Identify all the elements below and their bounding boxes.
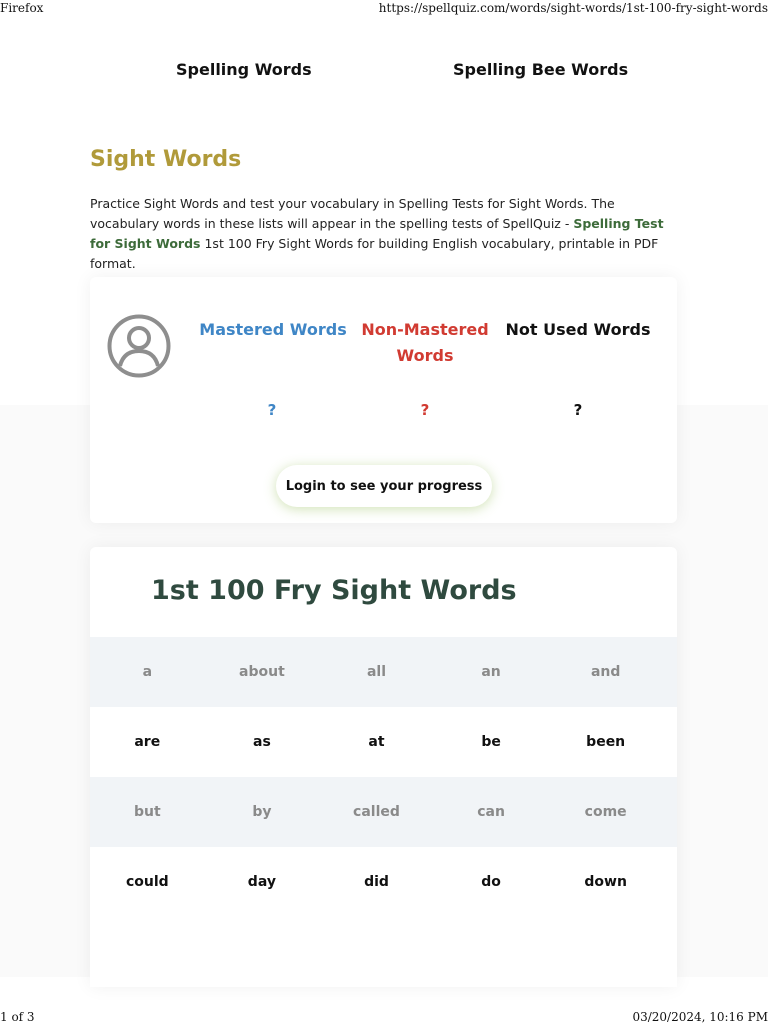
word-item[interactable]: but <box>90 804 205 820</box>
word-item[interactable]: can <box>434 804 549 820</box>
word-item[interactable]: could <box>90 874 205 890</box>
word-item[interactable]: did <box>319 874 434 890</box>
word-row: but by called can come <box>90 777 677 847</box>
mastered-words-label: Mastered Words <box>199 320 347 339</box>
print-url: https://spellquiz.com/words/sight-words/… <box>378 1 768 15</box>
print-page-counter: 1 of 3 <box>0 1010 35 1024</box>
word-item[interactable]: at <box>319 734 434 750</box>
non-mastered-words-label: Non-Mastered Words <box>361 320 489 365</box>
print-datetime: 03/20/2024, 10:16 PM <box>632 1010 768 1024</box>
not-used-words-count: ? <box>573 401 583 419</box>
word-item[interactable]: all <box>319 664 434 680</box>
word-item[interactable]: about <box>205 664 320 680</box>
word-item[interactable]: an <box>434 664 549 680</box>
word-item[interactable]: and <box>548 664 663 680</box>
word-list-card: 1st 100 Fry Sight Words a about all an a… <box>90 547 677 987</box>
word-item[interactable]: do <box>434 874 549 890</box>
nav-link-spelling-words[interactable]: Spelling Words <box>176 60 312 79</box>
word-item[interactable]: by <box>205 804 320 820</box>
print-header: Firefox https://spellquiz.com/words/sigh… <box>0 1 768 17</box>
section-title: Sight Words <box>90 147 242 172</box>
top-navigation: Spelling Words Spelling Bee Words <box>0 60 768 84</box>
word-item[interactable]: be <box>434 734 549 750</box>
word-row: could day did do down <box>90 847 677 917</box>
print-browser-name: Firefox <box>0 1 44 15</box>
word-item[interactable]: are <box>90 734 205 750</box>
progress-card: Mastered Words Non-Mastered Words Not Us… <box>90 277 677 523</box>
login-progress-button[interactable]: Login to see your progress <box>276 465 492 507</box>
word-item[interactable]: called <box>319 804 434 820</box>
print-footer: 1 of 3 03/20/2024, 10:16 PM <box>0 1010 768 1024</box>
word-list-title: 1st 100 Fry Sight Words <box>151 575 517 606</box>
word-item[interactable]: down <box>548 874 663 890</box>
nav-link-spelling-bee-words[interactable]: Spelling Bee Words <box>453 60 628 79</box>
not-used-words-label: Not Used Words <box>505 320 651 339</box>
word-item[interactable]: as <box>205 734 320 750</box>
word-grid: a about all an and are as at be been but… <box>90 637 677 917</box>
intro-text-before: Practice Sight Words and test your vocab… <box>90 196 615 231</box>
non-mastered-words-count: ? <box>420 401 430 419</box>
word-item[interactable]: day <box>205 874 320 890</box>
word-item[interactable]: been <box>548 734 663 750</box>
word-row: a about all an and <box>90 637 677 707</box>
word-item[interactable]: come <box>548 804 663 820</box>
word-row: are as at be been <box>90 707 677 777</box>
mastered-words-count: ? <box>267 401 277 419</box>
intro-paragraph: Practice Sight Words and test your vocab… <box>90 194 680 274</box>
word-item[interactable]: a <box>90 664 205 680</box>
user-circle-icon <box>107 314 171 378</box>
